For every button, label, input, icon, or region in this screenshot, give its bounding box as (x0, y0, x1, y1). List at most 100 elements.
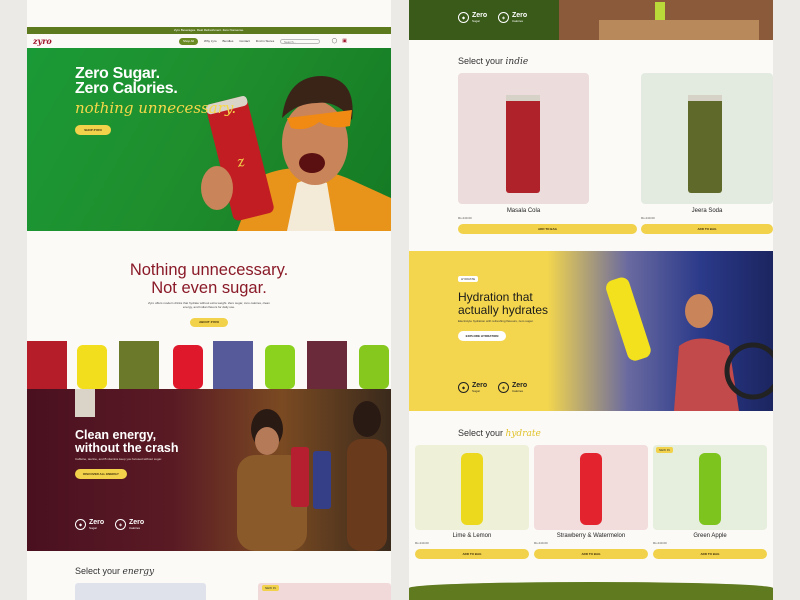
hydration-section: HYDRATE Hydration that actually hydrates… (409, 251, 773, 411)
product-card-jeera-soda[interactable] (641, 73, 773, 204)
badge-label: Zero (89, 518, 105, 526)
product-card-green-apple[interactable]: NEW IN (653, 445, 767, 530)
product-price: Rs.240.00 (653, 541, 667, 545)
top-banner: ◆ Zero Sugar ◈ Zero Calories (409, 0, 773, 40)
product-card[interactable]: NEW IN (258, 583, 391, 600)
bottle-image (461, 453, 483, 525)
product-price: Rs.240.00 (458, 216, 472, 220)
badge-label: Zero (512, 11, 528, 19)
badge-sublabel: Sugar (472, 18, 481, 23)
badge-label: Zero (512, 381, 528, 389)
sugar-icon: ◆ (458, 12, 469, 23)
product-strip-image (27, 341, 389, 389)
energy-section: Clean energy, without the crash Caffeine… (27, 389, 391, 551)
product-name[interactable]: Lime & Lemon (415, 533, 529, 539)
product-name[interactable]: Strawberry & Watermelon (534, 533, 648, 539)
product-card-masala-cola[interactable] (458, 73, 589, 204)
landing-page-left: Zyro Beverages. Real Refreshment. Zero N… (27, 0, 391, 600)
product-name[interactable]: Green Apple (653, 533, 767, 539)
top-photo (559, 0, 773, 40)
zero-sugar-badge: ◆ Zero Sugar (458, 382, 487, 393)
hero-title-line1: Zero Sugar. (75, 65, 160, 82)
zero-calories-badge: ◈ Zero Calories (115, 519, 144, 530)
can-image (688, 95, 722, 193)
intro-title-line1: Nothing unnecessary. (129, 261, 289, 279)
product-price: Rs.240.00 (641, 216, 655, 220)
nav-shop-all[interactable]: Shop All (179, 37, 199, 45)
hydration-photo (606, 277, 773, 411)
hero-title-line2: Zero Calories. (75, 80, 178, 97)
logo[interactable]: zyro (33, 36, 52, 46)
sugar-icon: ◆ (458, 382, 469, 393)
hero-banner: z Zero Sugar. Zero Calories. nothing unn… (27, 48, 391, 231)
new-badge: NEW IN (262, 585, 279, 591)
calories-icon: ◈ (115, 519, 126, 530)
hydration-body: Electrolyte hydration with refreshing fl… (458, 319, 534, 323)
energy-title-line2: without the crash (75, 441, 179, 455)
energy-title: Clean energy, without the crash (75, 429, 178, 455)
hydration-title: Hydration that actually hydrates (458, 291, 548, 317)
select-word: hydrate (505, 429, 541, 439)
intro-title: Nothing unnecessary. Not even sugar. (27, 261, 391, 297)
can-image (506, 95, 540, 193)
badge-sublabel: Calories (512, 18, 524, 23)
zero-sugar-badge: ◆ Zero Sugar (75, 519, 104, 530)
select-hydrate-heading: Select your hydrate (458, 428, 541, 439)
energy-body: Caffeine, taurine, and B vitamins keep y… (75, 457, 162, 461)
nav-why-zyro[interactable]: Why zyro (204, 39, 217, 43)
account-icon[interactable]: ◯ (332, 38, 338, 44)
new-badge: NEW IN (656, 447, 673, 453)
hero-tagline: nothing unnecessary. (75, 99, 237, 117)
hero-photo: z (201, 76, 391, 231)
product-name[interactable]: Masala Cola (458, 208, 589, 214)
calories-icon: ◈ (498, 382, 509, 393)
sugar-icon: ◆ (75, 519, 86, 530)
product-card-lime-lemon[interactable] (415, 445, 529, 530)
explore-hydration-button[interactable]: EXPLORE HYDRATION (458, 331, 506, 341)
add-to-bag-button[interactable]: ADD TO BAG (458, 224, 637, 234)
footer-wave (409, 582, 773, 600)
shop-zyro-button[interactable]: SHOP ZYRO (75, 125, 111, 135)
about-zyro-button[interactable]: ABOUT ZYRO (190, 318, 228, 327)
hero-title: Zero Sugar. Zero Calories. (75, 65, 178, 97)
discover-energy-button[interactable]: DISCOVER ALL ENERGY (75, 469, 127, 479)
landing-page-right: ◆ Zero Sugar ◈ Zero Calories Select your i… (409, 0, 773, 600)
select-prefix: Select your (458, 56, 504, 66)
add-to-bag-button[interactable]: ADD TO BAG (415, 549, 529, 559)
badge-sublabel: Sugar (89, 525, 98, 530)
add-to-bag-button[interactable]: ADD TO BAG (534, 549, 648, 559)
nav-contact[interactable]: Contact (239, 39, 249, 43)
calories-icon: ◈ (498, 12, 509, 23)
nav-icons: ◯ ▣ (332, 38, 347, 44)
badge-label: Zero (129, 518, 145, 526)
bottle-image (580, 453, 602, 525)
badge-sublabel: Calories (129, 525, 141, 530)
nav-find-stores[interactable]: Find in Stores (256, 39, 275, 43)
announcement-bar: Zyro Beverages. Real Refreshment. Zero N… (27, 27, 391, 34)
intro-section: Nothing unnecessary. Not even sugar. Zyr… (27, 231, 391, 341)
nav-bundles[interactable]: Bundles (223, 39, 234, 43)
can-image (75, 389, 95, 417)
badge-label: Zero (472, 11, 488, 19)
product-name[interactable]: Jeera Soda (641, 208, 773, 214)
hydrate-badge: HYDRATE (458, 276, 479, 282)
cart-icon[interactable]: ▣ (342, 38, 347, 44)
zero-sugar-badge: ◆ Zero Sugar (458, 12, 487, 23)
product-card[interactable] (75, 583, 206, 600)
add-to-bag-button[interactable]: ADD TO BAG (641, 224, 773, 234)
nav-links: Shop All Why zyro Bundles Contact Find i… (179, 37, 275, 45)
badge-label: Zero (472, 381, 488, 389)
zero-calories-badge: ◈ Zero Calories (498, 12, 527, 23)
badge-sublabel: Calories (512, 388, 524, 393)
select-indie-heading: Select your indie (458, 56, 528, 67)
product-strip (27, 341, 391, 389)
select-prefix: Select your (75, 566, 121, 576)
product-price: Rs.240.00 (415, 541, 429, 545)
energy-photo (237, 401, 387, 551)
zero-calories-badge: ◈ Zero Calories (498, 382, 527, 393)
product-card-strawberry-watermelon[interactable] (534, 445, 648, 530)
search-input[interactable]: Search... (280, 38, 320, 44)
hydration-title-line2: actually hydrates (458, 303, 549, 317)
add-to-bag-button[interactable]: ADD TO BAG (653, 549, 767, 559)
intro-body: Zyro offers modern drinks that hydrate w… (148, 301, 270, 309)
